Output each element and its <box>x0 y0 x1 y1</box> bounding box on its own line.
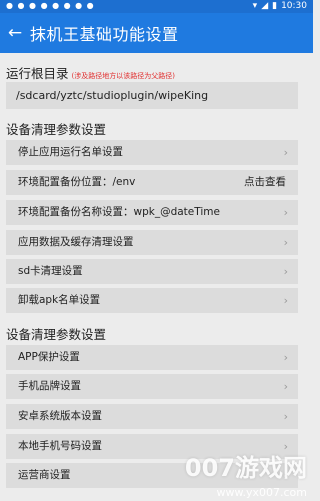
app-bar: ← 抹机王基础功能设置 <box>0 13 313 53</box>
section2-header: 设备清理参数设置 <box>6 327 107 342</box>
row-phone-brand[interactable]: 手机品牌设置 › <box>6 374 298 399</box>
row-label: 停止应用运行名单设置 <box>18 146 123 158</box>
status-bar: ● ● ● ● ● ● ● ● ▾ ◢ ▮ 10:30 <box>0 0 313 13</box>
row-label: 运营商设置 <box>18 469 71 481</box>
notification-icons: ● ● ● ● ● ● ● ● <box>6 1 95 10</box>
watermark-brand: 007游戏网 <box>184 454 307 482</box>
back-arrow-icon[interactable]: ← <box>0 23 30 43</box>
status-right: ▾ ◢ ▮ 10:30 <box>253 0 307 13</box>
wifi-icon: ▾ <box>252 1 258 11</box>
watermark-url: www.yx007.com <box>216 486 307 499</box>
row-label: 本地手机号码设置 <box>18 440 102 452</box>
row-sd-clean[interactable]: sd卡清理设置 › <box>6 259 298 284</box>
view-link[interactable]: 点击查看 <box>244 170 286 195</box>
section1-header: 设备清理参数设置 <box>6 122 107 137</box>
row-app-data-cache[interactable]: 应用数据及缓存清理设置 › <box>6 230 298 255</box>
chevron-right-icon: › <box>283 294 288 307</box>
row-label: 手机品牌设置 <box>18 380 81 392</box>
run-root-title: 运行根目录 <box>6 66 69 81</box>
row-env-backup-location[interactable]: 环境配置备份位置：/env 点击查看 <box>6 170 298 195</box>
row-env-backup-name[interactable]: 环境配置备份名称设置：wpk_@dateTime › <box>6 200 298 225</box>
chevron-right-icon: › <box>283 351 288 364</box>
chevron-right-icon: › <box>283 206 288 219</box>
chevron-right-icon: › <box>283 410 288 423</box>
row-label: 环境配置备份位置：/env <box>18 176 136 188</box>
row-uninstall-apk-list[interactable]: 卸载apk名单设置 › <box>6 288 298 313</box>
chevron-right-icon: › <box>283 265 288 278</box>
status-time: 10:30 <box>281 1 307 11</box>
run-root-note: (涉及路径地方以该路径为父路径) <box>71 72 175 80</box>
row-label: 环境配置备份名称设置：wpk_@dateTime <box>18 206 220 218</box>
signal-icon: ◢ <box>261 1 269 11</box>
row-label: 应用数据及缓存清理设置 <box>18 236 134 248</box>
row-app-protect[interactable]: APP保护设置 › <box>6 345 298 370</box>
chevron-right-icon: › <box>283 380 288 393</box>
row-label: APP保护设置 <box>18 351 80 363</box>
run-root-header: 运行根目录 (涉及路径地方以该路径为父路径) <box>6 63 175 82</box>
run-root-path[interactable]: /sdcard/yztc/studioplugin/wipeKing <box>6 82 298 109</box>
chevron-right-icon: › <box>283 146 288 159</box>
row-label: 卸载apk名单设置 <box>18 294 101 306</box>
chevron-right-icon: › <box>283 236 288 249</box>
row-android-version[interactable]: 安卓系统版本设置 › <box>6 404 298 429</box>
row-label: 安卓系统版本设置 <box>18 410 102 422</box>
row-stop-app-list[interactable]: 停止应用运行名单设置 › <box>6 140 298 165</box>
row-label: sd卡清理设置 <box>18 265 83 277</box>
page-title: 抹机王基础功能设置 <box>30 25 179 44</box>
battery-icon: ▮ <box>272 1 278 11</box>
